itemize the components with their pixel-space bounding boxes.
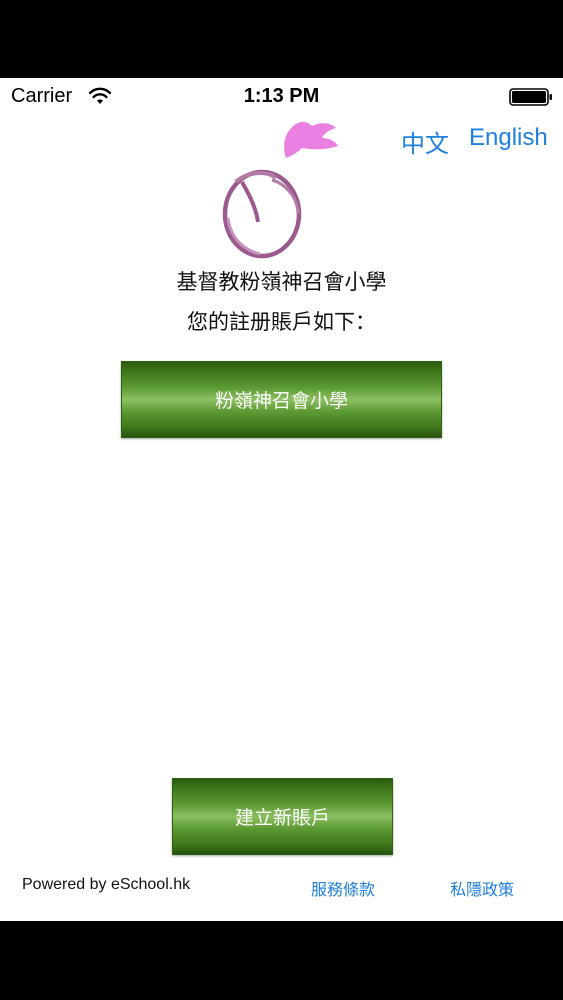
create-account-button[interactable]: 建立新賬戶 xyxy=(172,778,393,855)
account-button[interactable]: 粉嶺神召會小學 xyxy=(121,361,442,438)
app-screen: Carrier 1:13 PM 中文 English 基督教粉嶺神召會小學 您的… xyxy=(0,78,563,921)
terms-link[interactable]: 服務條款 xyxy=(311,876,375,900)
school-logo-icon xyxy=(222,121,338,259)
language-chinese-link[interactable]: 中文 xyxy=(401,124,449,159)
school-name: 基督教粉嶺神召會小學 xyxy=(176,270,387,294)
privacy-link[interactable]: 私隱政策 xyxy=(450,876,514,900)
account-prompt: 您的註册賬戶如下： xyxy=(187,310,376,334)
status-time: 1:13 PM xyxy=(243,85,320,107)
battery-icon xyxy=(509,88,552,106)
language-english-link[interactable]: English xyxy=(469,124,548,152)
powered-by-text: Powered by eSchool.hk xyxy=(22,876,191,893)
